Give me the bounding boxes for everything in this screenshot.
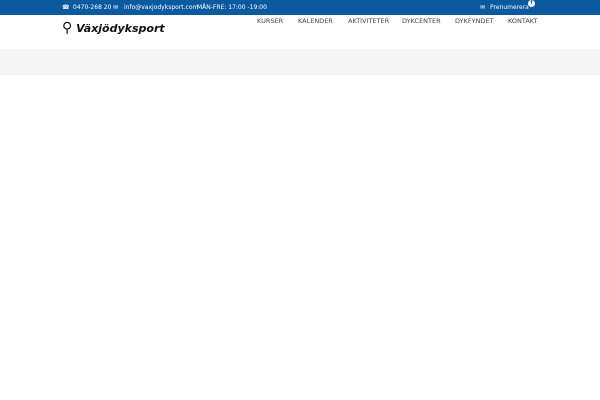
nav-kalender[interactable]: KALENDER <box>298 17 333 25</box>
phone-icon: ☎ <box>62 4 70 11</box>
page-title-band <box>0 49 600 75</box>
nav-kontakt[interactable]: KONTAKT <box>508 17 538 25</box>
nav-kurser[interactable]: KURSER <box>257 17 283 25</box>
facebook-icon[interactable]: f <box>528 0 535 7</box>
phone-number[interactable]: 0470-268 20 <box>73 4 111 11</box>
mail-icon: ✉ <box>480 4 486 11</box>
opening-hours: MÅN-FRE: 17:00 -19:00 <box>197 4 267 11</box>
nav-aktiviteter[interactable]: AKTIVITETER <box>348 17 389 25</box>
diver-icon: ⚲ <box>62 20 73 36</box>
subscribe-link[interactable]: Prenumerera <box>490 4 529 11</box>
nav-dykcenter[interactable]: DYKCENTER <box>402 17 441 25</box>
nav-dykfyndet[interactable]: DYKFYNDET <box>455 17 494 25</box>
email-link[interactable]: info@vaxjodyksport.com <box>124 4 198 11</box>
top-bar: ☎ 0470-268 20 ✉ info@vaxjodyksport.com M… <box>0 0 600 15</box>
mail-icon: ✉ <box>113 4 119 11</box>
logo[interactable]: ⚲ Växjödyksport <box>62 20 165 36</box>
logo-text: Växjödyksport <box>76 22 165 35</box>
